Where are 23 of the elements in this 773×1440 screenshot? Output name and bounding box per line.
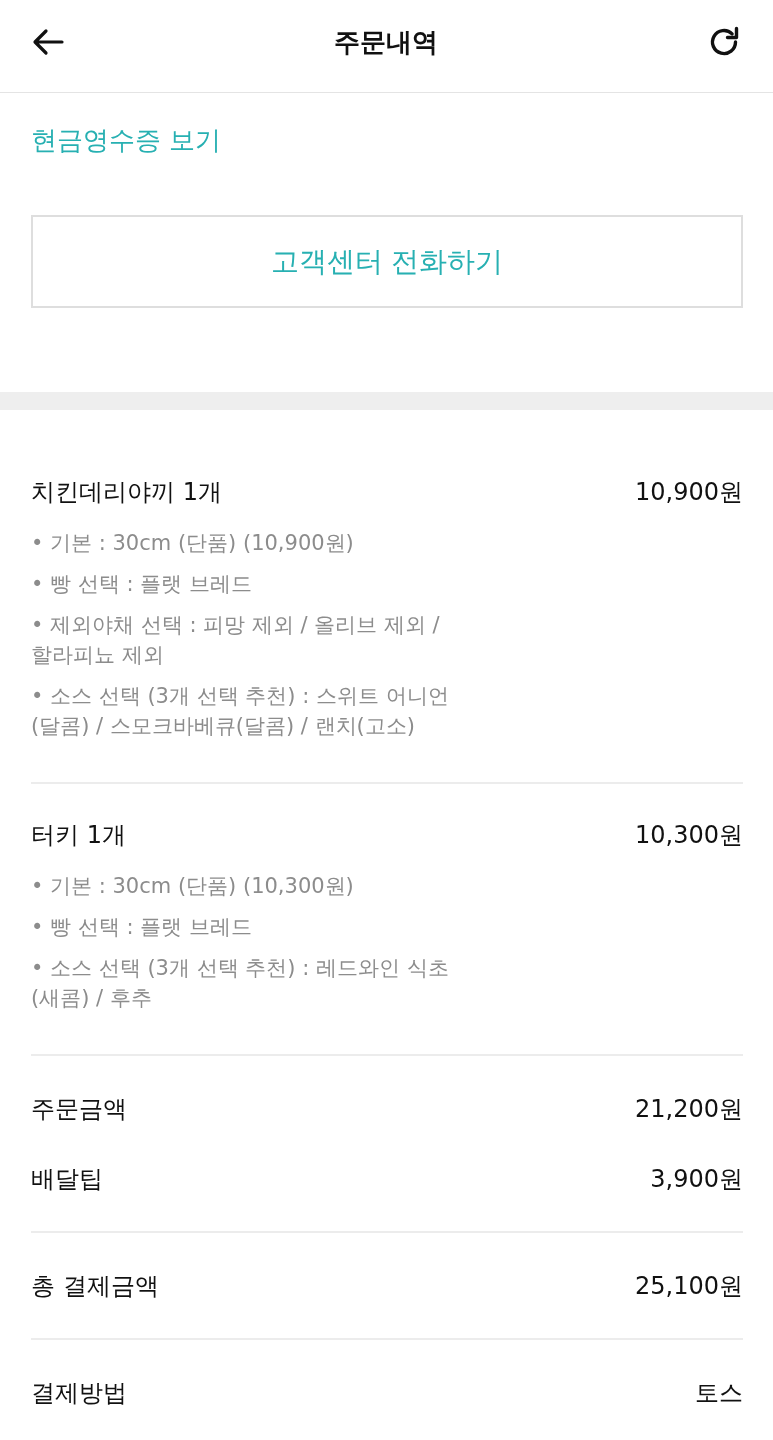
page-title: 주문내역 bbox=[333, 26, 438, 59]
cash-receipt-link[interactable]: 현금영수증 보기 bbox=[31, 123, 222, 157]
arrow-left-icon bbox=[32, 28, 64, 56]
item-price: 10,300원 bbox=[635, 820, 743, 851]
item-option: • 제외야채 선택 : 피망 제외 / 올리브 제외 / 할라피뇨 제외 bbox=[31, 610, 471, 670]
item-option: • 빵 선택 : 플랫 브레드 bbox=[31, 569, 471, 599]
item-option: • 소스 선택 (3개 선택 추천) : 스위트 어니언 (달콤) / 스모크바베큐(달콤) / 랜치(고소) bbox=[31, 681, 471, 741]
summary-label: 결제방법 bbox=[31, 1378, 127, 1409]
item-option: • 기본 : 30cm (단품) (10,900원) bbox=[31, 528, 471, 558]
summary-value: 3,900원 bbox=[650, 1164, 743, 1195]
item-price: 10,900원 bbox=[635, 477, 743, 508]
call-customer-center-button[interactable]: 고객센터 전화하기 bbox=[31, 215, 743, 308]
summary-value: 토스 bbox=[695, 1378, 743, 1409]
item-option: • 기본 : 30cm (단품) (10,300원) bbox=[31, 871, 471, 901]
item-option: • 빵 선택 : 플랫 브레드 bbox=[31, 912, 471, 942]
summary-label: 주문금액 bbox=[31, 1094, 127, 1125]
summary-value: 25,100원 bbox=[635, 1271, 743, 1302]
item-name: 터키 1개 bbox=[31, 820, 126, 851]
item-option: • 소스 선택 (3개 선택 추천) : 레드와인 식초 (새콤) / 후추 bbox=[31, 953, 471, 1013]
summary-label: 총 결제금액 bbox=[31, 1271, 159, 1302]
item-name: 치킨데리야끼 1개 bbox=[31, 477, 222, 508]
summary-label: 배달팁 bbox=[31, 1164, 103, 1195]
summary-value: 21,200원 bbox=[635, 1094, 743, 1125]
